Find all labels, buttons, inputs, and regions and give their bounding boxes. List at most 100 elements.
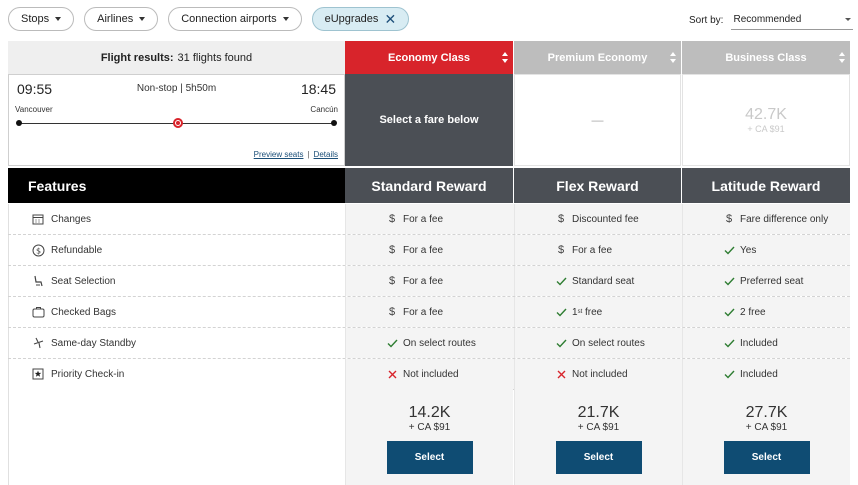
check-icon	[555, 277, 567, 286]
feature-name-cell: $ Refundable	[8, 235, 345, 265]
sort-icon	[502, 52, 508, 63]
feature-value-cell: $ For a fee	[345, 297, 514, 327]
origin-city: Vancouver	[15, 105, 53, 114]
svg-text:$: $	[35, 246, 40, 255]
results-count: 31 flights found	[177, 51, 253, 64]
select-latitude-button[interactable]: Select	[723, 441, 810, 474]
feature-value-cell: Yes	[682, 235, 850, 265]
feature-value: Included	[740, 337, 778, 349]
dollar-icon: $	[388, 275, 396, 287]
check-icon	[555, 308, 567, 317]
features-title: Features	[28, 177, 87, 194]
cabin-name: Economy Class	[388, 51, 470, 64]
check-icon	[723, 370, 735, 379]
dollar-icon: $	[557, 244, 565, 256]
feature-value-cell: $ For a fee	[345, 235, 514, 265]
dollar-icon: $	[388, 244, 396, 256]
cabin-header-premium-economy[interactable]: Premium Economy	[514, 41, 681, 74]
premium-unavailable: —	[591, 113, 604, 127]
fare-points: 14.2K	[408, 404, 451, 421]
fare-points: 27.7K	[745, 404, 788, 421]
feature-value: For a fee	[403, 275, 444, 287]
feature-row: Seat Selection $ For a fee Standard seat Pre…	[8, 266, 850, 297]
cabin-header-business[interactable]: Business Class	[682, 41, 850, 74]
cross-icon	[386, 370, 398, 379]
feature-value-cell: $ For a fee	[345, 204, 514, 234]
feature-label: Refundable	[51, 244, 103, 256]
feature-label: Seat Selection	[51, 275, 116, 287]
check-icon	[386, 339, 398, 348]
economy-select-fare-cell[interactable]: Select a fare below	[345, 74, 513, 166]
chevron-down-icon	[55, 17, 62, 21]
feature-value: For a fee	[572, 244, 613, 256]
airlines-filter-button[interactable]: Airlines	[84, 7, 159, 31]
check-icon	[723, 308, 735, 317]
fare-tax: + CA $91	[408, 422, 451, 433]
feature-value-cell: Standard seat	[514, 266, 682, 296]
check-icon	[555, 339, 567, 348]
feature-value: Preferred seat	[740, 275, 804, 287]
business-price-cell[interactable]: 42.7K + CA $91	[682, 74, 850, 166]
results-label: Flight results:	[100, 51, 174, 64]
select-standard-button[interactable]: Select	[386, 441, 473, 474]
select-fare-text: Select a fare below	[379, 114, 479, 126]
stops-filter-button[interactable]: Stops	[8, 7, 75, 31]
feature-row: Checked Bags $ For a fee 1st free 2 free	[8, 297, 850, 328]
airlines-filter-label: Airlines	[97, 13, 134, 25]
features-header: Features	[8, 168, 345, 203]
details-link[interactable]: Details	[314, 150, 338, 159]
premium-economy-cell: —	[514, 74, 681, 166]
feature-name-cell: Changes	[8, 204, 345, 234]
business-tax: + CA $91	[747, 124, 785, 134]
standby-icon	[31, 336, 45, 350]
flight-links: Preview seats | Details	[254, 150, 338, 159]
feature-value-cell: Not included	[345, 359, 514, 389]
feature-value-cell: Included	[682, 328, 850, 358]
feature-value: For a fee	[403, 306, 444, 318]
link-separator: |	[307, 150, 310, 159]
sort-control: Sort by: Recommended	[689, 10, 854, 30]
feature-name-cell: Priority Check-in	[8, 359, 345, 389]
cabin-header-economy[interactable]: Economy Class	[345, 41, 513, 74]
seat-icon	[31, 274, 45, 288]
chevron-down-icon	[139, 17, 146, 21]
flight-duration: Non-stop | 5h50m	[136, 83, 217, 94]
eupgrades-filter-chip[interactable]: eUpgrades ✕	[311, 7, 410, 31]
feature-value: On select routes	[403, 337, 476, 349]
close-icon[interactable]: ✕	[384, 12, 396, 26]
connection-airports-filter-label: Connection airports	[181, 13, 277, 25]
feature-value-cell: 1st free	[514, 297, 682, 327]
refund-icon: $	[31, 243, 45, 257]
preview-seats-link[interactable]: Preview seats	[254, 150, 304, 159]
feature-value-cell: On select routes	[345, 328, 514, 358]
cabin-name: Premium Economy	[547, 51, 648, 64]
feature-value: 2 free	[740, 306, 766, 318]
stops-filter-label: Stops	[21, 13, 50, 25]
sort-label: Sort by:	[689, 14, 724, 26]
feature-value-cell: Preferred seat	[682, 266, 850, 296]
fare-header-latitude: Latitude Reward	[682, 168, 850, 203]
feature-label: Checked Bags	[51, 306, 117, 318]
results-board: Flight results: 31 flights found Economy…	[8, 41, 850, 485]
feature-value: Fare difference only	[740, 213, 829, 225]
fare-name: Latitude Reward	[711, 177, 821, 194]
select-flex-button[interactable]: Select	[555, 441, 642, 474]
feature-name-cell: Checked Bags	[8, 297, 345, 327]
feature-value-cell: $ For a fee	[514, 235, 682, 265]
check-icon	[723, 339, 735, 348]
feature-row: $ Refundable $ For a fee $ For a fee Yes	[8, 235, 850, 266]
feature-value: For a fee	[403, 244, 444, 256]
connection-airports-filter-button[interactable]: Connection airports	[168, 7, 302, 31]
dollar-icon: $	[725, 213, 733, 225]
destination-dot-icon	[331, 120, 337, 126]
sort-value: Recommended	[733, 14, 802, 25]
price-row: 14.2K + CA $91 Select 21.7K + CA $91 Sel…	[8, 388, 850, 485]
destination-city: Cancún	[310, 105, 338, 114]
fare-name: Standard Reward	[371, 177, 487, 194]
feature-value: On select routes	[572, 337, 645, 349]
sort-icon	[670, 52, 676, 63]
sort-select[interactable]: Recommended	[731, 10, 854, 30]
results-header: Flight results: 31 flights found	[8, 41, 345, 74]
feature-name-cell: Seat Selection	[8, 266, 345, 296]
origin-dot-icon	[16, 120, 22, 126]
